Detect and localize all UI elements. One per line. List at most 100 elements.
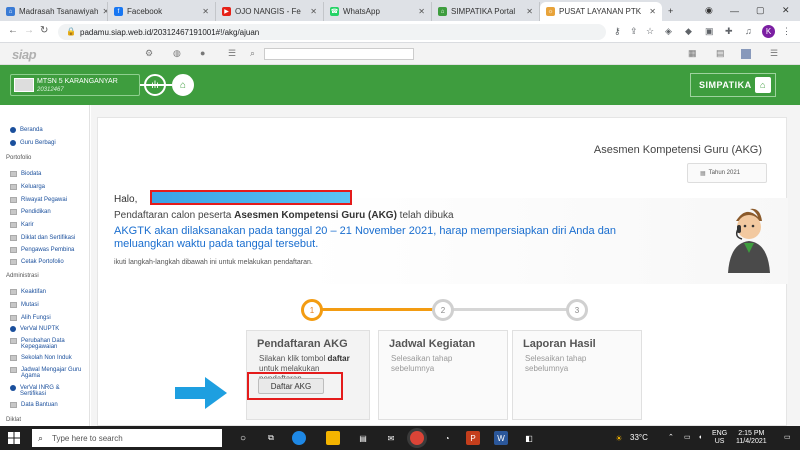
browser-tab[interactable]: ⌂ SIMPATIKA Portal ✕	[432, 2, 540, 21]
sidebar-item[interactable]: VerVal INRG & Sertifikasi	[10, 385, 86, 397]
close-tab-icon[interactable]: ✕	[198, 7, 209, 16]
close-tab-icon[interactable]: ✕	[522, 7, 533, 16]
extension-icon[interactable]: ◆	[685, 26, 692, 37]
sidebar-item-guru-berbagi[interactable]: Guru Berbagi	[10, 140, 56, 146]
globe-icon[interactable]: ◍	[173, 48, 181, 59]
new-tab-button[interactable]: +	[668, 0, 673, 21]
info-icon	[10, 385, 16, 391]
simpatika-button[interactable]: SIMPATIKA ⌂	[690, 73, 776, 97]
facebook-icon: f	[114, 7, 123, 16]
sidebar-label: Sekolah Non Induk	[21, 355, 72, 361]
close-window-icon[interactable]: ✕	[782, 0, 790, 21]
url-text: padamu.siap.web.id/20312467191001#!/akg/…	[80, 27, 260, 37]
sidebar-item-beranda[interactable]: Beranda	[10, 127, 43, 133]
sidebar-item[interactable]: VerVal NUPTK	[10, 326, 59, 332]
sidebar-item[interactable]: Diklat dan Sertifikasi	[10, 235, 75, 241]
tray-chevron-icon[interactable]: ⌃	[668, 434, 674, 442]
language-indicator[interactable]: ENG US	[712, 430, 727, 446]
sidebar-label: Pengawas Pembina	[21, 247, 75, 253]
year-selector[interactable]: Tahun 2021	[687, 163, 767, 183]
profile-avatar[interactable]: K	[762, 25, 775, 38]
sidebar-item[interactable]: Data Bantuan	[10, 402, 58, 408]
sidebar-label: Mutasi	[21, 302, 39, 308]
sidebar-item[interactable]: Perubahan Data Kepegawaian	[10, 338, 86, 350]
back-icon[interactable]: ←	[8, 25, 18, 36]
key-icon[interactable]: ⚷	[614, 26, 621, 37]
siap-logo[interactable]: siap	[12, 47, 37, 62]
daftar-akg-button[interactable]: Daftar AKG	[258, 378, 324, 394]
minimize-icon[interactable]: —	[730, 0, 739, 21]
close-tab-icon[interactable]: ✕	[98, 7, 107, 16]
file-explorer-icon[interactable]	[326, 431, 340, 445]
word-icon[interactable]: W	[494, 431, 508, 445]
user-avatar-icon[interactable]	[741, 49, 751, 59]
forward-icon[interactable]: →	[24, 25, 34, 36]
browser-tab[interactable]: ☎ WhatsApp ✕	[324, 2, 432, 21]
siap-search-input[interactable]	[264, 48, 414, 60]
grid-icon[interactable]: ▦	[688, 48, 697, 59]
app-icon[interactable]: ◧	[522, 431, 536, 445]
close-tab-icon[interactable]: ✕	[645, 7, 656, 16]
sidebar-item[interactable]: Keaktifan	[10, 289, 46, 295]
list-icon[interactable]: ☰	[228, 48, 236, 59]
star-icon[interactable]: ☆	[646, 26, 654, 37]
sidebar-item[interactable]: Jadwal Mengajar Guru Agama	[10, 367, 86, 379]
school-badge[interactable]: MTSN 5 KARANGANYAR 20312467	[10, 74, 140, 96]
reload-icon[interactable]: ↻	[40, 25, 48, 36]
puzzle-icon[interactable]: ✚	[725, 26, 733, 37]
extension-icon[interactable]: ◈	[665, 26, 672, 37]
sidebar-item[interactable]: Biodata	[10, 171, 41, 177]
share-icon[interactable]: ⇪	[630, 26, 638, 37]
sidebar-label: Perubahan Data Kepegawaian	[21, 338, 65, 350]
notification-icon[interactable]: ▭	[784, 434, 791, 442]
close-tab-icon[interactable]: ✕	[306, 7, 317, 16]
extension-icon[interactable]: ▣	[705, 26, 714, 37]
gear-icon[interactable]: ⚙	[145, 48, 153, 59]
home-nav-icon[interactable]: ⌂	[172, 74, 194, 96]
pointer-arrow-icon	[175, 377, 227, 409]
weather-temp[interactable]: 33°C	[630, 434, 648, 442]
sidebar-item[interactable]: Cetak Portofolio	[10, 259, 64, 265]
task-view-icon[interactable]: ⧉	[264, 431, 278, 445]
close-tab-icon[interactable]: ✕	[414, 7, 425, 16]
sidebar-item[interactable]: Riwayat Pegawai	[10, 197, 67, 203]
windows-start-icon[interactable]	[8, 432, 20, 444]
helper-character-icon	[728, 208, 770, 273]
register-highlight: Daftar AKG	[247, 372, 343, 400]
url-input[interactable]: 🔒 padamu.siap.web.id/20312467191001#!/ak…	[58, 24, 606, 40]
page-title: Asesmen Kompetensi Guru (AKG)	[593, 144, 762, 156]
browser-tab-active[interactable]: ☼ PUSAT LAYANAN PTK ✕	[540, 2, 662, 21]
store-icon[interactable]: ▤	[356, 431, 370, 445]
powerpoint-icon[interactable]: P	[466, 431, 480, 445]
sidebar-item[interactable]: Sekolah Non Induk	[10, 355, 72, 361]
network-icon[interactable]: ▭	[684, 434, 691, 442]
app-icon[interactable]: ◔	[440, 431, 454, 445]
sidebar-label: Data Bantuan	[21, 402, 58, 408]
volume-icon[interactable]: ◖	[698, 434, 702, 442]
menu-icon[interactable]: ☰	[770, 48, 778, 59]
tab-label: WhatsApp	[343, 7, 380, 16]
edge-icon[interactable]	[292, 431, 306, 445]
tab-search-icon[interactable]: ◉	[705, 0, 713, 21]
sidebar-item[interactable]: Alih Fungsi	[10, 315, 51, 321]
clock[interactable]: 2:15 PM 11/4/2021	[736, 430, 767, 446]
mail-icon[interactable]: ✉	[384, 431, 398, 445]
cortana-icon[interactable]: ○	[236, 431, 250, 445]
taskbar-search-input[interactable]: ⌕ Type here to search	[32, 429, 222, 447]
menu-icon[interactable]: ⋮	[782, 26, 791, 37]
sidebar-item[interactable]: Keluarga	[10, 184, 45, 190]
notification-icon[interactable]: ▤	[716, 48, 725, 59]
sidebar-item[interactable]: Pendidikan	[10, 209, 51, 215]
browser-tab[interactable]: ⌂ Madrasah Tsanawiyah✕	[0, 2, 108, 21]
sidebar-item[interactable]: Karir	[10, 222, 34, 228]
browser-tab[interactable]: ▶ OJO NANGIS - Fe ✕	[216, 2, 324, 21]
sidebar-item[interactable]: Mutasi	[10, 302, 39, 308]
schedule-notice: AKGTK akan dilaksanakan pada tanggal 20 …	[114, 225, 617, 250]
maximize-icon[interactable]: ▢	[756, 0, 765, 21]
user-icon[interactable]: ●	[200, 48, 205, 58]
media-icon[interactable]: ♫	[745, 26, 752, 36]
chrome-icon[interactable]	[410, 431, 424, 445]
browser-tab[interactable]: f Facebook ✕	[108, 2, 216, 21]
sidebar-item[interactable]: Pengawas Pembina	[10, 247, 74, 253]
chart-nav-icon[interactable]: ılı	[144, 74, 166, 96]
